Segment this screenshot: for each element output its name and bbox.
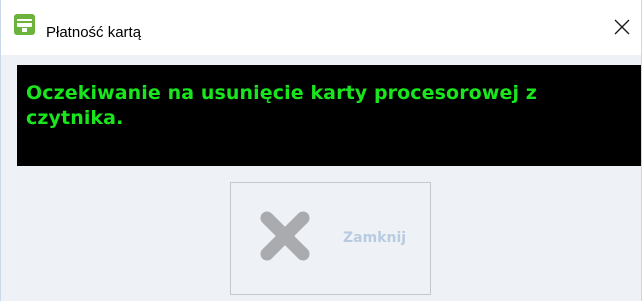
card-terminal-icon xyxy=(14,14,35,35)
payment-dialog-window: Płatność kartą Oczekiwanie na usunięcie … xyxy=(0,0,642,301)
close-icon xyxy=(614,19,630,35)
x-icon xyxy=(260,211,310,261)
window-title: Płatność kartą xyxy=(46,24,142,41)
dialog-content: Oczekiwanie na usunięcie karty procesoro… xyxy=(1,55,641,301)
status-message: Oczekiwanie na usunięcie karty procesoro… xyxy=(26,82,537,129)
window-close-button[interactable] xyxy=(609,14,635,40)
status-message-panel: Oczekiwanie na usunięcie karty procesoro… xyxy=(17,65,641,166)
title-bar[interactable]: Płatność kartą xyxy=(1,0,641,55)
close-button-label: Zamknij xyxy=(343,230,407,246)
close-button[interactable]: Zamknij xyxy=(230,182,431,295)
